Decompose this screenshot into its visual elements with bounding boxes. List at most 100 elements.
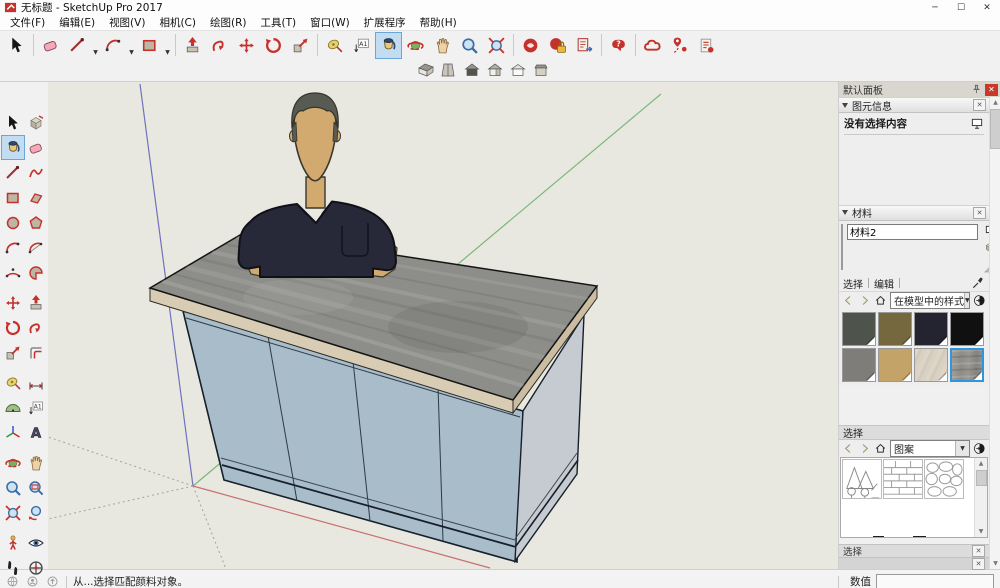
eyedropper-icon[interactable] (971, 276, 985, 290)
arc-button[interactable] (1, 235, 25, 260)
previous-view-button[interactable] (25, 500, 49, 525)
tape-measure-button[interactable] (321, 32, 348, 59)
line-tools-button[interactable] (64, 32, 91, 59)
forward-arrow-icon[interactable] (858, 442, 871, 455)
menu-item[interactable]: 帮助(H) (413, 15, 464, 30)
polygon-button[interactable] (25, 210, 49, 235)
offset-button[interactable] (25, 340, 49, 365)
scroll-thumb[interactable] (976, 470, 987, 486)
materials-close-button[interactable]: ✕ (973, 207, 986, 219)
pin-icon[interactable] (970, 83, 983, 96)
extension-warehouse-button[interactable] (693, 32, 720, 59)
close-button[interactable]: ✕ (974, 0, 1000, 15)
menu-item[interactable]: 扩展程序 (357, 15, 413, 30)
3d-text-button[interactable]: A (25, 420, 49, 445)
style-thumbnail-sketchy-stones[interactable] (924, 459, 964, 499)
make-component-button[interactable] (25, 110, 49, 135)
zoom-button[interactable] (456, 32, 483, 59)
styles-scrollbar[interactable]: ▲ ▼ (974, 458, 987, 537)
material-collection-dropdown[interactable]: 在模型中的样式 ▼ (890, 292, 970, 309)
generate-report-button[interactable] (571, 32, 598, 59)
arc-tools-dropdown-caret[interactable]: ▼ (127, 31, 136, 60)
zoom-button[interactable] (1, 475, 25, 500)
home-icon[interactable] (874, 294, 887, 307)
freehand-button[interactable] (25, 160, 49, 185)
material-swatch-gray-wood[interactable] (950, 348, 984, 382)
3d-warehouse-button[interactable] (639, 32, 666, 59)
material-swatch-tan[interactable] (878, 348, 912, 382)
iso-view-button[interactable] (414, 60, 437, 80)
details-menu-icon[interactable] (973, 442, 986, 455)
tab-select[interactable]: 选择 (843, 276, 863, 291)
material-swatch-olive[interactable] (878, 312, 912, 346)
two-point-arc-button[interactable] (25, 235, 49, 260)
component-sampler-button[interactable] (517, 32, 544, 59)
styles-select-bar[interactable]: 选择 (839, 425, 989, 440)
maximize-button[interactable]: ☐ (948, 0, 974, 15)
tray-close-button[interactable]: ✕ (985, 84, 998, 96)
eraser-button[interactable] (25, 135, 49, 160)
scroll-thumb[interactable] (990, 109, 1000, 149)
orbit-button[interactable] (402, 32, 429, 59)
arc-tools-button[interactable] (100, 32, 127, 59)
paint-bucket-button[interactable] (375, 32, 402, 59)
scale-button[interactable] (1, 340, 25, 365)
text-button[interactable]: A1 (25, 395, 49, 420)
scroll-down-icon[interactable]: ▼ (990, 558, 1000, 569)
collapsed-section[interactable]: 选择 ✕ (839, 544, 989, 557)
line-button[interactable] (1, 160, 25, 185)
push-pull-button[interactable] (179, 32, 206, 59)
measurements-input[interactable] (876, 574, 994, 588)
rectangle-button[interactable] (1, 185, 25, 210)
style-thumbnail-sketchy-bricks[interactable] (883, 459, 923, 499)
select-button[interactable] (3, 32, 30, 59)
material-swatch-dark-green-gray[interactable] (842, 312, 876, 346)
component-exchange-button[interactable] (544, 32, 571, 59)
push-pull-button[interactable] (25, 290, 49, 315)
orbit-button[interactable] (1, 450, 25, 475)
dropdown-caret-icon[interactable]: ▼ (964, 293, 970, 308)
line-tools-dropdown-caret[interactable]: ▼ (91, 31, 100, 60)
forward-arrow-icon[interactable] (858, 294, 871, 307)
move-button[interactable] (233, 32, 260, 59)
material-swatch-beige-texture[interactable] (914, 348, 948, 382)
top-view-button[interactable] (437, 60, 460, 80)
material-swatch-black[interactable] (950, 312, 984, 346)
collapse-arrow-icon[interactable] (842, 103, 848, 108)
back-view-button[interactable] (506, 60, 529, 80)
home-icon[interactable] (874, 442, 887, 455)
details-menu-icon[interactable] (973, 294, 986, 307)
dimension-button[interactable] (25, 370, 49, 395)
tape-measure-button[interactable] (1, 370, 25, 395)
menu-item[interactable]: 工具(T) (253, 15, 303, 30)
follow-me-button[interactable] (206, 32, 233, 59)
help-center-button[interactable]: ? (605, 32, 632, 59)
paint-bucket-button[interactable] (1, 135, 25, 160)
collapse-arrow-icon[interactable] (842, 210, 848, 215)
scroll-up-icon[interactable]: ▲ (976, 458, 987, 469)
zoom-window-button[interactable] (25, 475, 49, 500)
shape-tools-dropdown-caret[interactable]: ▼ (163, 31, 172, 60)
menu-item[interactable]: 文件(F) (3, 15, 52, 30)
pie-button[interactable] (25, 260, 49, 285)
back-arrow-icon[interactable] (842, 442, 855, 455)
material-name-input[interactable] (847, 224, 978, 240)
menu-item[interactable]: 窗口(W) (303, 15, 357, 30)
right-view-button[interactable] (483, 60, 506, 80)
axes-button[interactable] (1, 420, 25, 445)
tray-header[interactable]: 默认面板 ✕ (839, 82, 1000, 97)
zoom-extents-button[interactable] (483, 32, 510, 59)
move-button[interactable] (1, 290, 25, 315)
scale-button[interactable] (287, 32, 314, 59)
left-view-button[interactable] (529, 60, 552, 80)
pan-button[interactable] (25, 450, 49, 475)
three-point-arc-button[interactable] (1, 260, 25, 285)
collapsed-close-button[interactable]: ✕ (972, 558, 985, 570)
menu-item[interactable]: 相机(C) (152, 15, 203, 30)
protractor-button[interactable] (1, 395, 25, 420)
sign-in-icon[interactable] (46, 575, 59, 588)
zoom-extents-button[interactable] (1, 500, 25, 525)
select-button[interactable] (1, 110, 25, 135)
look-around-button[interactable] (25, 530, 49, 555)
entity-info-close-button[interactable]: ✕ (973, 99, 986, 111)
